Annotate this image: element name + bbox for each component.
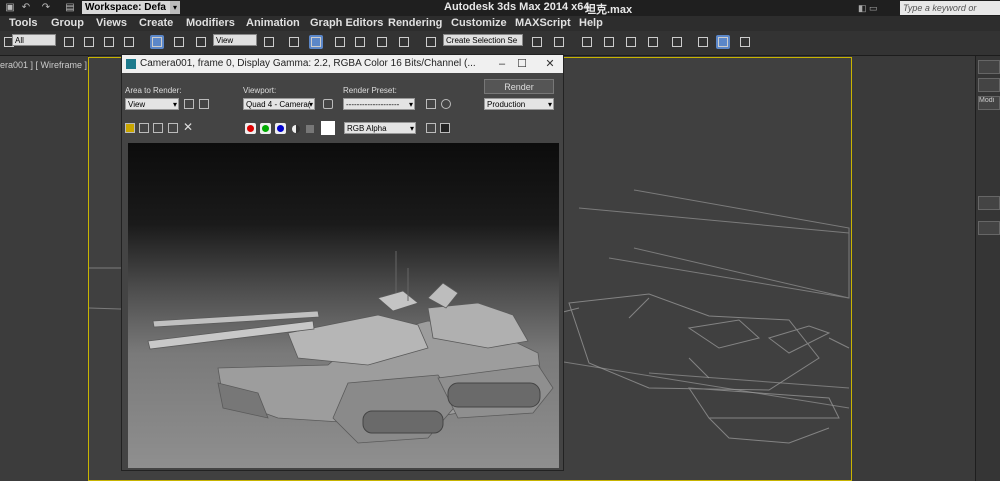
pivot-icon[interactable] [262, 35, 276, 49]
clear-icon[interactable]: ✕ [183, 120, 193, 134]
left-viewport[interactable] [0, 56, 89, 481]
auto-region-icon[interactable] [199, 99, 209, 109]
align-icon[interactable] [552, 35, 566, 49]
search-input[interactable]: Type a keyword or phrase [900, 1, 1000, 27]
reference-coordinate-select[interactable]: View [213, 34, 257, 46]
toggle-overlay-icon[interactable] [440, 123, 450, 133]
rectangular-region-icon[interactable] [102, 35, 116, 49]
green-channel-icon[interactable] [260, 123, 271, 134]
print-image-icon[interactable] [168, 123, 178, 133]
menu-views[interactable]: Views [96, 17, 127, 29]
snap-toggle-icon[interactable] [333, 35, 347, 49]
graphite-tools-icon[interactable] [602, 35, 616, 49]
angle-snap-icon[interactable] [353, 35, 367, 49]
select-object-icon[interactable] [62, 35, 76, 49]
schematic-view-icon[interactable] [646, 35, 660, 49]
render-production-icon[interactable] [738, 35, 752, 49]
command-tab[interactable] [978, 78, 1000, 92]
menu-help[interactable]: Help [579, 17, 603, 29]
render-setup-icon[interactable] [426, 99, 436, 109]
minimize-icon[interactable]: – [492, 55, 512, 73]
max-logo-icon [126, 59, 136, 69]
production-mode-select[interactable]: Production [484, 98, 554, 110]
copy-image-icon[interactable] [139, 123, 149, 133]
rendered-frame-window: Camera001, frame 0, Display Gamma: 2.2, … [121, 54, 564, 471]
render-preset-select[interactable]: -------------------- [343, 98, 415, 110]
menu-bar: Tools Group Views Create Modifiers Anima… [0, 16, 1000, 31]
selection-filter-select[interactable]: All [12, 34, 56, 46]
spinner-snap-icon[interactable] [397, 35, 411, 49]
menu-tools[interactable]: Tools [9, 17, 38, 29]
keyboard-shortcut-icon[interactable] [309, 35, 323, 49]
command-tab[interactable] [978, 196, 1000, 210]
manipulate-icon[interactable] [287, 35, 301, 49]
curve-editor-icon[interactable] [624, 35, 638, 49]
menu-animation[interactable]: Animation [246, 17, 300, 29]
viewport-label[interactable]: era001 ] [ Wireframe ] [0, 60, 87, 70]
select-move-icon[interactable] [150, 35, 164, 49]
app-menu-icon[interactable]: ▣ [4, 2, 16, 13]
toggle-ui-icon[interactable] [426, 123, 436, 133]
window-controls[interactable]: ◧ ▭ [858, 3, 888, 13]
percent-snap-icon[interactable] [375, 35, 389, 49]
window-crossing-icon[interactable] [122, 35, 136, 49]
modify-tab[interactable]: Modi [978, 96, 1000, 110]
edit-named-selection-icon[interactable] [424, 35, 438, 49]
menu-rendering[interactable]: Rendering [388, 17, 442, 29]
select-scale-icon[interactable] [194, 35, 208, 49]
maximize-icon[interactable]: ☐ [512, 55, 532, 73]
menu-create[interactable]: Create [139, 17, 173, 29]
alpha-channel-icon[interactable] [292, 125, 300, 133]
viewport-select[interactable]: Quad 4 - Camera( [243, 98, 315, 110]
layer-manager-icon[interactable] [580, 35, 594, 49]
lock-viewport-icon[interactable] [323, 99, 333, 109]
menu-modifiers[interactable]: Modifiers [186, 17, 235, 29]
workspace-select[interactable]: Workspace: Defa [82, 1, 170, 14]
area-to-render-label: Area to Render: [125, 86, 182, 95]
render-button[interactable]: Render [484, 79, 554, 94]
edit-region-icon[interactable] [184, 99, 194, 109]
workspace-dropdown-icon[interactable]: ▾ [170, 1, 180, 14]
display-channel-select[interactable]: RGB Alpha [344, 122, 416, 134]
file-name: 坦克.max [585, 4, 633, 16]
app-title: Autodesk 3ds Max 2014 x64 [444, 1, 590, 13]
blue-channel-icon[interactable] [275, 123, 286, 134]
render-preset-label: Render Preset: [343, 86, 397, 95]
undo-icon[interactable]: ↶ [20, 2, 32, 13]
named-selection-set-select[interactable]: Create Selection Se [443, 34, 523, 46]
material-editor-icon[interactable] [670, 35, 684, 49]
rendered-image[interactable] [128, 143, 559, 468]
mirror-icon[interactable] [530, 35, 544, 49]
menu-group[interactable]: Group [51, 17, 84, 29]
area-to-render-select[interactable]: View [125, 98, 179, 110]
redo-icon[interactable]: ↷ [40, 2, 52, 13]
select-by-name-icon[interactable] [82, 35, 96, 49]
command-panel: Modi [975, 56, 1000, 481]
save-image-icon[interactable] [125, 123, 135, 133]
title-bar: ▣ ↶ ↷ ▤ Workspace: Defa ▾ Autodesk 3ds M… [0, 0, 1000, 27]
menu-graph-editors[interactable]: Graph Editors [310, 17, 383, 29]
environment-effects-icon[interactable] [441, 99, 451, 109]
swatch-color[interactable] [321, 121, 335, 135]
menu-customize[interactable]: Customize [451, 17, 507, 29]
select-rotate-icon[interactable] [172, 35, 186, 49]
hold-icon[interactable]: ▤ [64, 2, 76, 13]
clone-window-icon[interactable] [153, 123, 163, 133]
command-tab[interactable] [978, 221, 1000, 235]
rendered-frame-window-icon[interactable] [716, 35, 730, 49]
command-tab[interactable] [978, 60, 1000, 74]
red-channel-icon[interactable] [245, 123, 256, 134]
menu-maxscript[interactable]: MAXScript [515, 17, 571, 29]
monochrome-icon[interactable] [306, 125, 314, 133]
close-icon[interactable]: ✕ [540, 55, 560, 73]
viewport-select-label: Viewport: [243, 86, 277, 95]
main-toolbar: All View Create Selection Se [0, 31, 1000, 56]
render-setup-icon[interactable] [696, 35, 710, 49]
tank-render [147, 251, 554, 444]
